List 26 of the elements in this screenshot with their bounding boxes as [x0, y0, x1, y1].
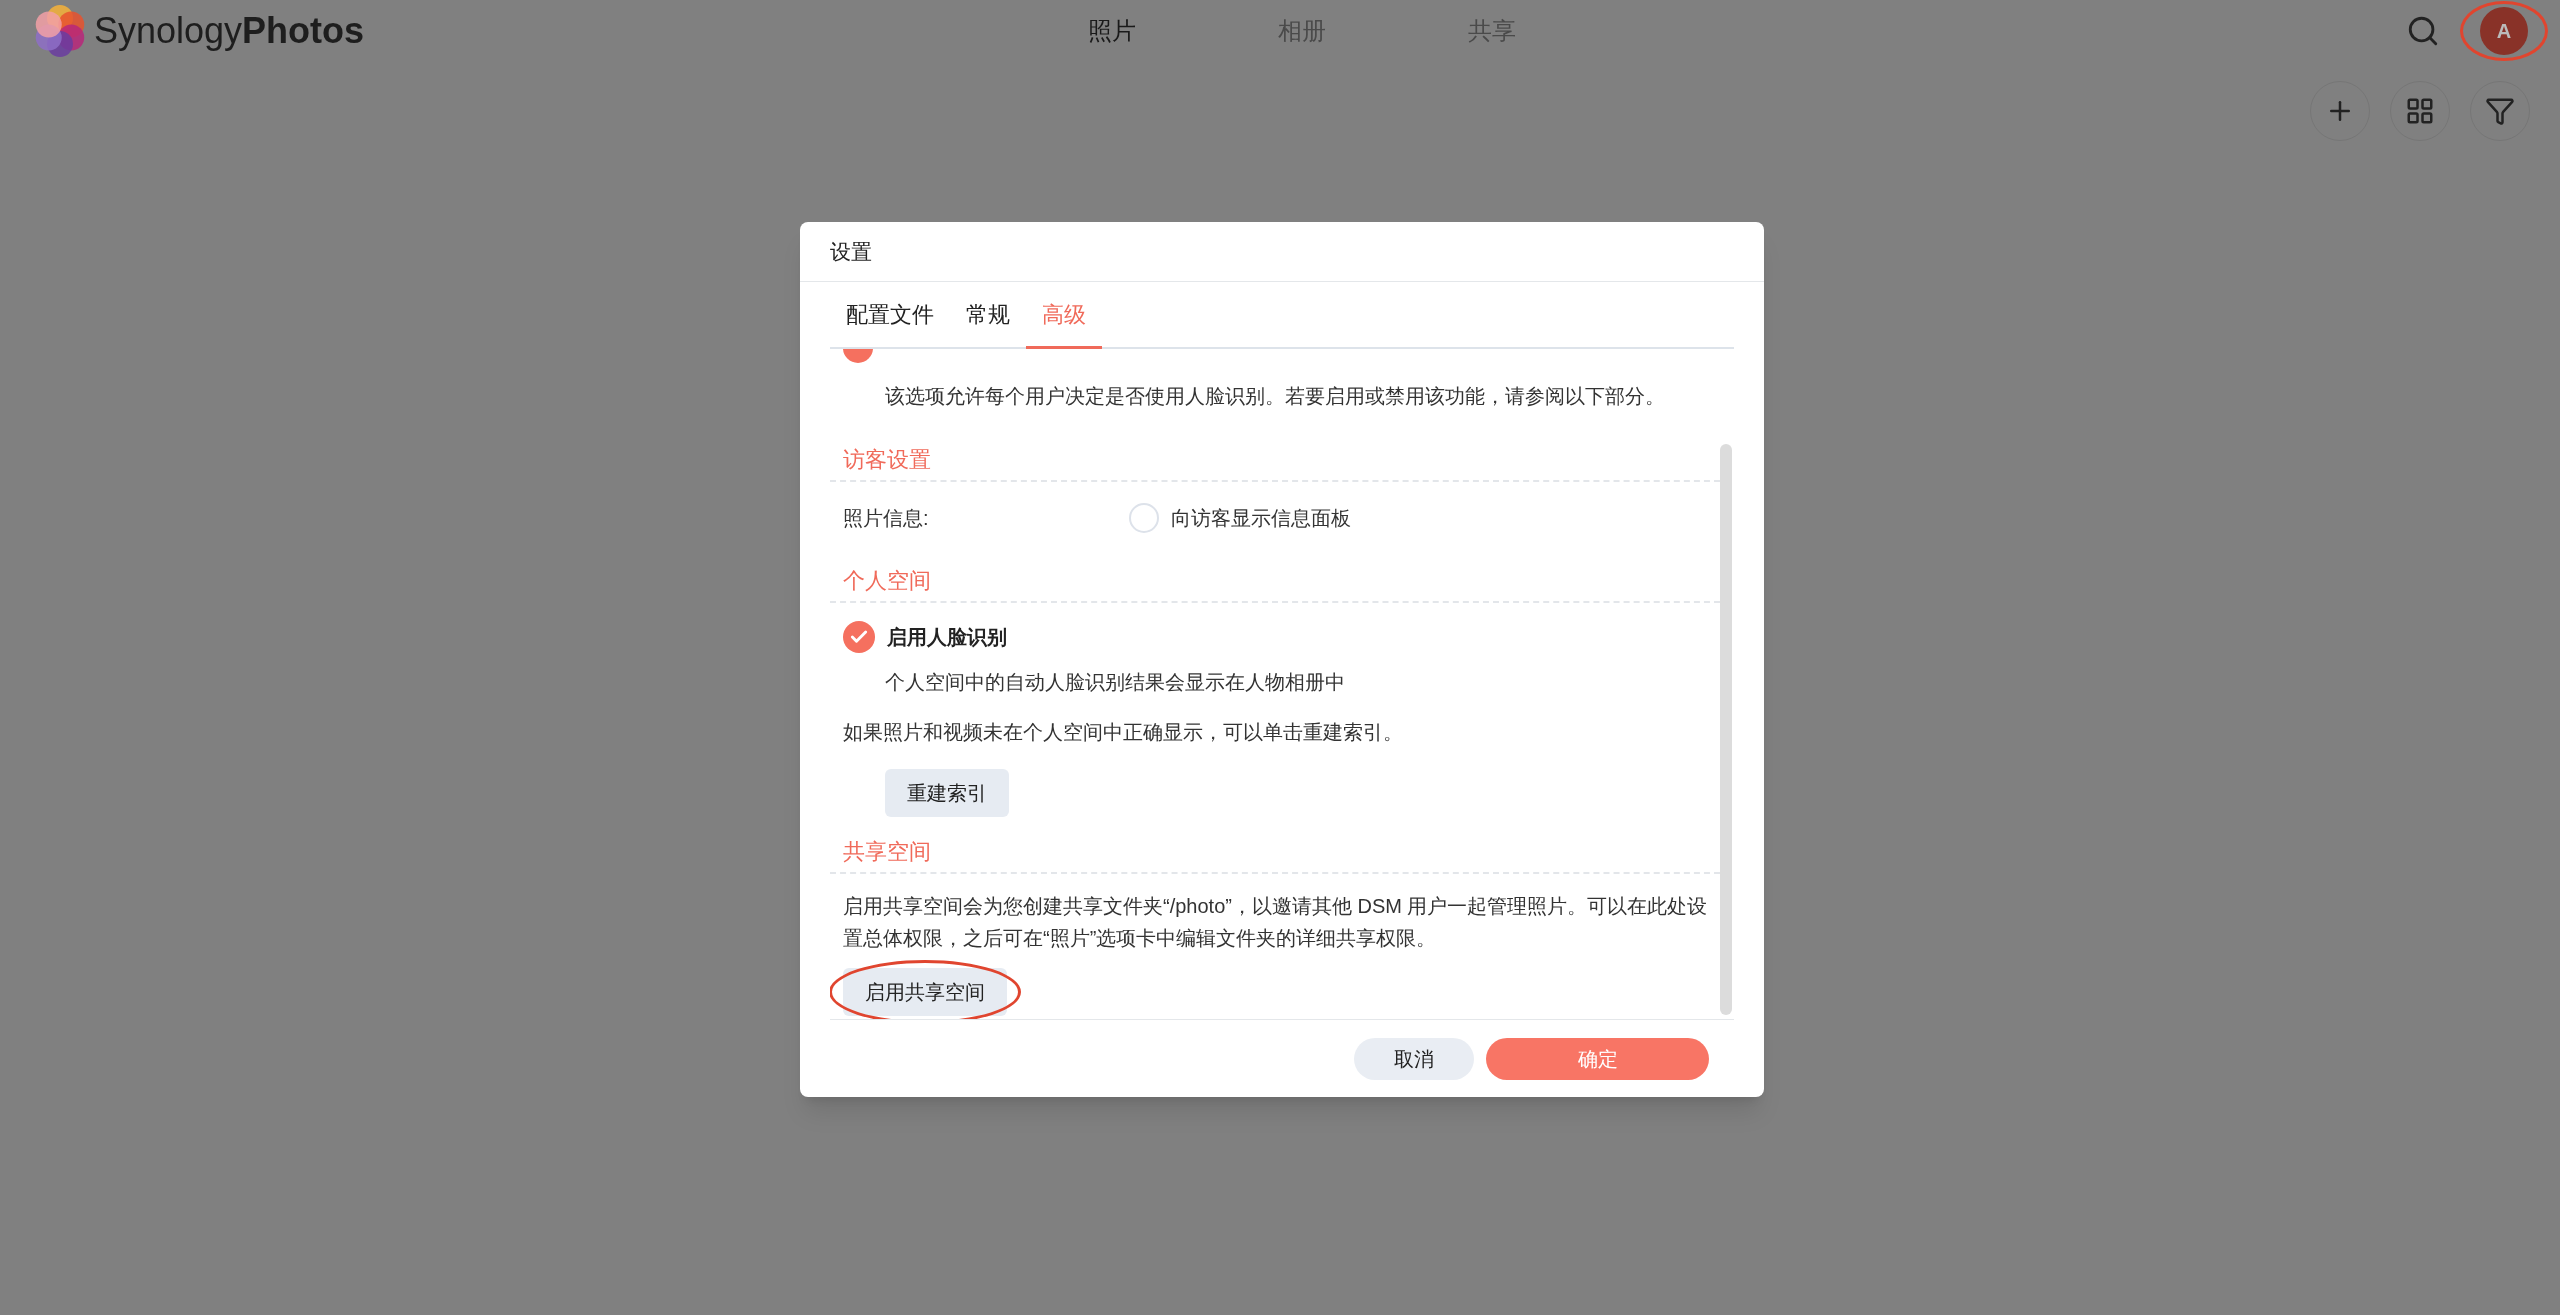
filter-icon — [2485, 96, 2515, 126]
dialog-title: 设置 — [830, 238, 872, 265]
app-name: SynologyPhotos — [94, 9, 365, 53]
intro-text: 该选项允许每个用户决定是否使用人脸识别。若要启用或禁用该功能，请参阅以下部分。 — [884, 384, 1666, 409]
checkbox-label: 向访客显示信息面板 — [1171, 506, 1351, 531]
description-text: 如果照片和视频未在个人空间中正确显示，可以单击重建索引。 — [842, 720, 1404, 745]
checkbox-label: 启用人脸识别 — [887, 625, 1007, 650]
scrollbar[interactable] — [1720, 444, 1732, 1015]
description-text: 启用共享空间会为您创建共享文件夹“/photo”，以邀请其他 DSM 用户一起管理照片。可以在此处设置总体权限，之后可在“照片”选项卡中编辑文件夹的详细共享权限。 — [842, 894, 1709, 951]
action-button[interactable]: 重建索引 — [885, 769, 1009, 817]
settings-tab[interactable]: 配置文件 — [830, 282, 950, 349]
checkbox-icon[interactable] — [1129, 503, 1159, 533]
grid-icon — [2405, 96, 2435, 126]
section-heading: 个人空间 — [843, 568, 931, 593]
cancel-button[interactable]: 取消 — [1354, 1037, 1474, 1080]
settings-tab[interactable]: 高级 — [1026, 282, 1102, 349]
option-note: 个人空间中的自动人脸识别结果会显示在人物相册中 — [884, 670, 1346, 695]
nav-tab[interactable]: 照片 — [1087, 13, 1137, 49]
section-heading: 访客设置 — [843, 447, 931, 472]
settings-tab[interactable]: 常规 — [950, 282, 1026, 349]
search-icon[interactable] — [2406, 14, 2440, 48]
ok-button[interactable]: 确定 — [1486, 1037, 1709, 1080]
action-button[interactable]: 启用共享空间 — [843, 968, 1007, 1016]
section-heading: 共享空间 — [843, 839, 931, 864]
user-avatar[interactable]: A — [2480, 7, 2528, 55]
field-label: 照片信息: — [843, 506, 930, 531]
